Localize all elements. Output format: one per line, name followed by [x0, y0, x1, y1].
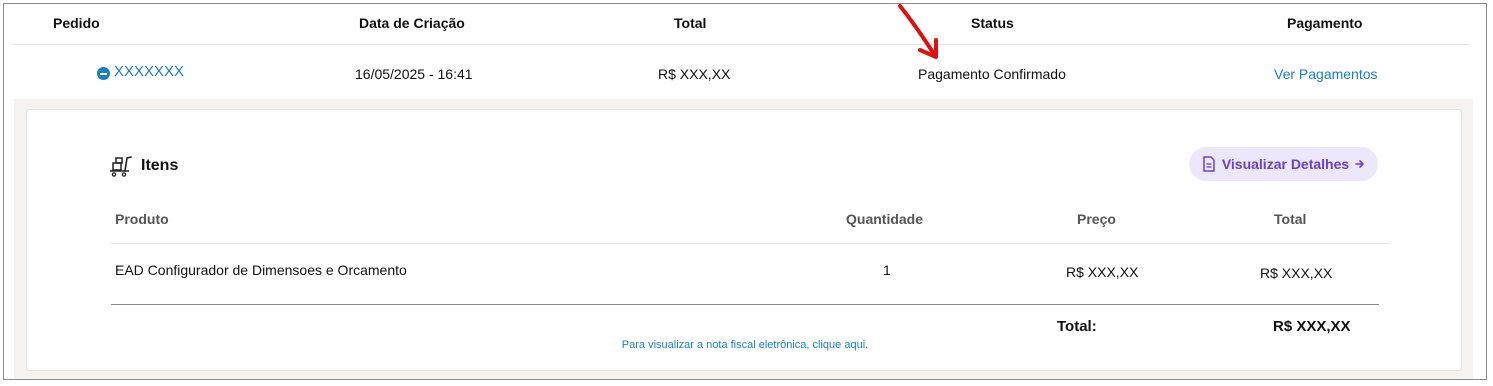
ver-pagamentos-link[interactable]: Ver Pagamentos [1274, 66, 1378, 82]
header-status: Status [971, 15, 1014, 31]
header-data-criacao: Data de Criação [359, 15, 465, 31]
item-produto: EAD Configurador de Dimensoes e Orcament… [115, 262, 407, 278]
items-title: Itens [141, 157, 179, 174]
order-id-link[interactable]: XXXXXXX [114, 63, 184, 80]
header-pedido: Pedido [53, 15, 100, 31]
column-total: Total [1274, 211, 1307, 227]
visualizar-detalhes-label: Visualizar Detalhes [1221, 156, 1350, 172]
order-total: R$ XXX,XX [658, 66, 731, 82]
items-total-divider [111, 304, 1379, 305]
header-divider [13, 44, 1469, 45]
minus-circle-icon[interactable] [97, 67, 110, 80]
items-panel: Itens Visualizar Detalhes Produto Quanti… [26, 109, 1462, 371]
column-produto: Produto [115, 211, 169, 227]
visualizar-detalhes-button[interactable]: Visualizar Detalhes [1189, 147, 1378, 181]
column-quantidade: Quantidade [846, 211, 924, 227]
order-status: Pagamento Confirmado [918, 66, 1066, 82]
header-total: Total [674, 15, 707, 31]
item-total: R$ XXX,XX [1260, 265, 1333, 281]
orders-table-frame: Pedido Data de Criação Total Status Paga… [3, 3, 1487, 380]
items-header-divider [111, 243, 1390, 244]
cart-icon [110, 156, 132, 177]
column-preco: Preço [1077, 211, 1116, 227]
order-date: 16/05/2025 - 16:41 [355, 66, 473, 82]
order-details-expanded: Itens Visualizar Detalhes Produto Quanti… [14, 99, 1473, 379]
grand-total-label: Total: [1057, 318, 1097, 335]
red-arrow-annotation-icon [898, 4, 938, 59]
nota-fiscal-link[interactable]: Para visualizar a nota fiscal eletrônica… [27, 339, 1463, 351]
item-quantidade: 1 [883, 262, 891, 278]
arrow-right-icon [1355, 160, 1364, 168]
grand-total-value: R$ XXX,XX [1273, 318, 1351, 335]
document-icon [1203, 156, 1215, 172]
header-pagamento: Pagamento [1287, 15, 1363, 31]
item-preco: R$ XXX,XX [1066, 264, 1139, 280]
